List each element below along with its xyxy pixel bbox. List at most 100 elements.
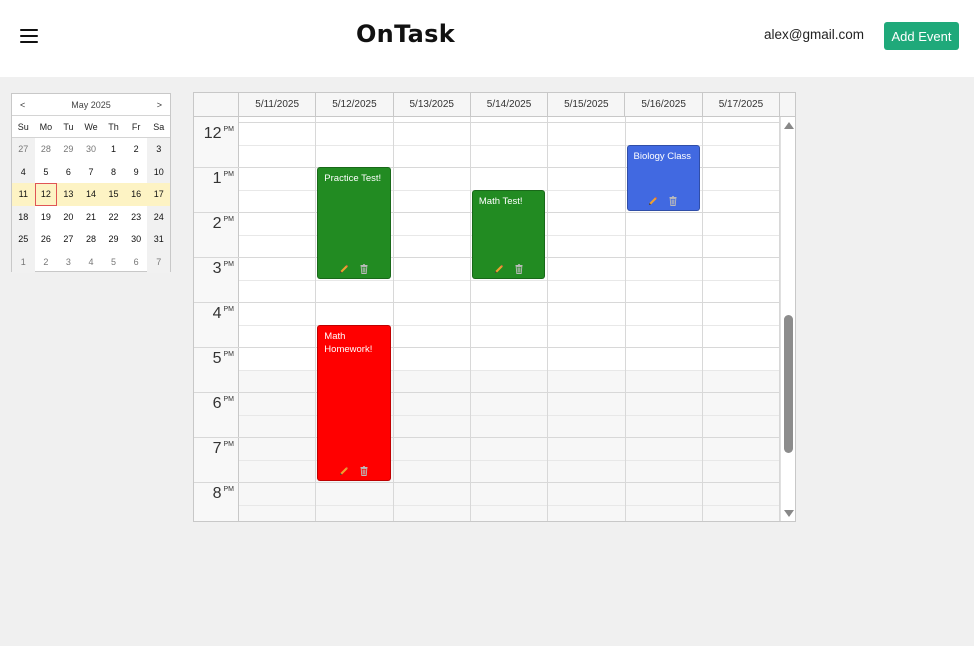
weekday-header: Sa — [147, 116, 170, 138]
calendar-day[interactable]: 12 — [34, 183, 58, 206]
calendar-day[interactable]: 17 — [147, 183, 170, 206]
mini-calendar-header: < May 2025 > — [12, 94, 170, 116]
calendar-day[interactable]: 7 — [80, 161, 103, 184]
calendar-day[interactable]: 28 — [80, 228, 103, 251]
calendar-day[interactable]: 29 — [102, 228, 125, 251]
calendar-day[interactable]: 13 — [57, 183, 80, 206]
hour-label: 2 PM — [213, 215, 234, 233]
calendar-day[interactable]: 21 — [80, 206, 103, 229]
hour-label: 3 PM — [213, 260, 234, 278]
day-column-header: 5/13/2025 — [394, 93, 471, 116]
trash-icon[interactable] — [359, 263, 369, 274]
hour-number: 12 — [203, 125, 222, 142]
hour-number: 1 — [212, 170, 222, 187]
calendar-day[interactable]: 3 — [57, 251, 80, 274]
trash-icon[interactable] — [514, 263, 524, 274]
calendar-day[interactable]: 4 — [12, 160, 35, 183]
gutter-line — [194, 392, 239, 393]
gutter-line — [194, 482, 239, 483]
hour-period: PM — [223, 171, 235, 178]
calendar-day[interactable]: 2 — [125, 138, 148, 161]
pencil-icon[interactable] — [339, 466, 349, 476]
calendar-day[interactable]: 10 — [147, 160, 170, 183]
event-card[interactable]: Biology Class — [626, 144, 700, 211]
calendar-day[interactable]: 1 — [12, 250, 35, 273]
user-email: alex@gmail.com — [764, 27, 864, 42]
hour-period: PM — [223, 306, 235, 313]
day-column-header: 5/17/2025 — [703, 93, 781, 116]
calendar-day[interactable]: 18 — [12, 205, 35, 228]
weekday-header: Su — [12, 116, 35, 138]
hour-label: 12 PM — [204, 125, 234, 143]
day-column-divider — [469, 117, 471, 521]
scrollbar-thumb[interactable] — [784, 315, 793, 453]
hour-period: PM — [223, 351, 235, 358]
calendar-day[interactable]: 15 — [102, 183, 125, 206]
calendar-day[interactable]: 23 — [125, 206, 148, 229]
hour-period: PM — [223, 126, 235, 133]
event-card[interactable]: Math Test! — [471, 189, 546, 279]
add-event-button[interactable]: Add Event — [884, 22, 959, 50]
calendar-day[interactable]: 28 — [35, 138, 58, 161]
hour-number: 4 — [212, 305, 222, 322]
calendar-day[interactable]: 7 — [147, 250, 170, 273]
gutter-line — [194, 212, 239, 213]
event-card[interactable]: Practice Test! — [317, 167, 391, 279]
calendar-day[interactable]: 14 — [79, 183, 103, 206]
hour-label: 5 PM — [213, 350, 234, 368]
calendar-day[interactable]: 29 — [57, 138, 80, 161]
calendar-day[interactable]: 20 — [57, 206, 80, 229]
calendar-day[interactable]: 22 — [102, 206, 125, 229]
time-slot-line — [239, 279, 780, 281]
calendar-day[interactable]: 27 — [12, 138, 35, 161]
calendar-day[interactable]: 31 — [147, 228, 170, 251]
event-card[interactable]: Math Homework! — [317, 324, 391, 481]
week-scheduler: 5/11/2025 5/12/2025 5/13/2025 5/14/2025 5/15… — [193, 92, 796, 522]
prev-month-button[interactable]: < — [20, 100, 25, 110]
next-month-button[interactable]: > — [157, 100, 162, 110]
calendar-day[interactable]: 30 — [125, 228, 148, 251]
calendar-day[interactable]: 5 — [102, 251, 125, 274]
hour-number: 8 — [212, 485, 222, 502]
scroll-down-arrow-icon[interactable] — [784, 510, 794, 517]
trash-icon[interactable] — [359, 466, 369, 476]
day-column-header: 5/16/2025 — [626, 93, 703, 116]
gutter-line — [194, 437, 239, 438]
gutter-line — [194, 302, 239, 303]
day-column-divider — [624, 117, 626, 521]
event-actions — [318, 263, 389, 274]
mini-calendar: < May 2025 > Su Mo Tu We Th Fr Sa 27 28 29 30 1 2 3 4 5… — [11, 93, 171, 274]
hour-number: 6 — [212, 395, 222, 412]
calendar-day[interactable]: 9 — [125, 161, 148, 184]
event-title: Math Test! — [478, 195, 523, 207]
vertical-scrollbar[interactable] — [780, 117, 795, 521]
calendar-day[interactable]: 2 — [35, 251, 58, 274]
header-corner — [194, 93, 239, 116]
calendar-day[interactable]: 16 — [124, 183, 148, 206]
calendar-day[interactable]: 26 — [35, 228, 58, 251]
calendar-day[interactable]: 1 — [102, 138, 125, 161]
trash-icon[interactable] — [668, 196, 678, 206]
day-column-divider — [701, 117, 703, 521]
scheduler-body: 12 PM 1 PM 2 PM 3 PM 4 PM 5 PM 6 PM 7 PM 8 PM Practice Te… — [194, 117, 781, 521]
calendar-day[interactable]: 30 — [80, 138, 103, 161]
calendar-day[interactable]: 6 — [57, 161, 80, 184]
scroll-up-arrow-icon[interactable] — [784, 122, 794, 129]
pencil-icon[interactable] — [648, 196, 658, 206]
pencil-icon[interactable] — [494, 264, 504, 274]
calendar-day[interactable]: 24 — [147, 205, 170, 228]
calendar-day[interactable]: 27 — [57, 228, 80, 251]
calendar-day[interactable]: 19 — [35, 206, 58, 229]
time-slot-line — [239, 504, 780, 506]
hour-period: PM — [223, 261, 235, 268]
pencil-icon[interactable] — [339, 264, 349, 274]
calendar-day[interactable]: 3 — [147, 138, 170, 161]
calendar-day[interactable]: 6 — [125, 251, 148, 274]
event-actions — [628, 196, 699, 206]
calendar-day[interactable]: 4 — [80, 251, 103, 274]
calendar-day[interactable]: 25 — [12, 228, 35, 251]
hour-period: PM — [223, 216, 235, 223]
calendar-day[interactable]: 5 — [35, 161, 58, 184]
calendar-day[interactable]: 8 — [102, 161, 125, 184]
calendar-day[interactable]: 11 — [12, 183, 35, 206]
